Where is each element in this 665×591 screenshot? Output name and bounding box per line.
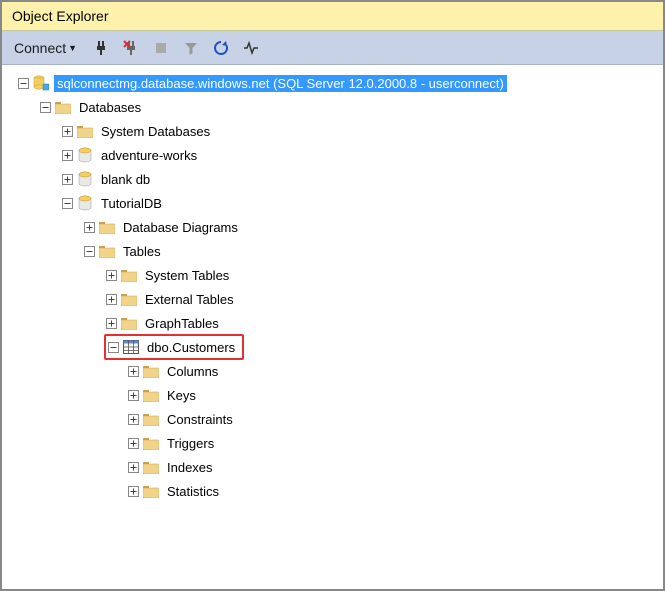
highlight-annotation: dbo.Customers [104,334,244,360]
folder-icon [98,218,116,236]
activity-monitor-icon[interactable] [241,38,261,58]
expander-icon[interactable] [126,460,140,474]
server-icon [32,74,50,92]
folder-icon [98,242,116,260]
folder-icon [142,482,160,500]
expander-icon[interactable] [60,172,74,186]
tree-node-database-diagrams[interactable]: Database Diagrams [6,215,659,239]
tree-node-databases[interactable]: Databases [6,95,659,119]
expander-icon[interactable] [104,316,118,330]
tree-node-adventure-works[interactable]: adventure-works [6,143,659,167]
expander-icon[interactable] [126,388,140,402]
tree-node-triggers[interactable]: Triggers [6,431,659,455]
folder-icon [54,98,72,116]
folder-icon [142,386,160,404]
expander-icon[interactable] [126,436,140,450]
database-icon [76,170,94,188]
expander-icon[interactable] [82,244,96,258]
tree-node-keys[interactable]: Keys [6,383,659,407]
expander-icon[interactable] [104,292,118,306]
database-icon [76,146,94,164]
disconnect-icon[interactable] [121,38,141,58]
expander-icon[interactable] [126,484,140,498]
folder-icon [142,410,160,428]
folder-icon [120,266,138,284]
tree-node-dbo-customers[interactable]: dbo.Customers [6,335,659,359]
expander-icon[interactable] [16,76,30,90]
stop-icon[interactable] [151,38,171,58]
object-explorer-tree: sqlconnectmg.database.windows.net (SQL S… [2,65,663,509]
expander-icon[interactable] [60,124,74,138]
tree-node-blank-db[interactable]: blank db [6,167,659,191]
folder-icon [120,290,138,308]
expander-icon[interactable] [60,196,74,210]
expander-icon[interactable] [82,220,96,234]
folder-icon [142,434,160,452]
tree-node-system-tables[interactable]: System Tables [6,263,659,287]
connect-icon[interactable] [91,38,111,58]
tree-node-external-tables[interactable]: External Tables [6,287,659,311]
expander-icon[interactable] [126,412,140,426]
expander-icon[interactable] [106,340,120,354]
connect-button[interactable]: Connect▼ [10,38,81,58]
filter-icon[interactable] [181,38,201,58]
expander-icon[interactable] [60,148,74,162]
tree-node-indexes[interactable]: Indexes [6,455,659,479]
window-title: Object Explorer [2,2,663,31]
tree-node-system-databases[interactable]: System Databases [6,119,659,143]
tree-node-graph-tables[interactable]: GraphTables [6,311,659,335]
tree-node-tables[interactable]: Tables [6,239,659,263]
tree-node-columns[interactable]: Columns [6,359,659,383]
tree-node-tutorialdb[interactable]: TutorialDB [6,191,659,215]
tree-node-constraints[interactable]: Constraints [6,407,659,431]
toolbar: Connect▼ [2,31,663,65]
expander-icon[interactable] [126,364,140,378]
tree-node-statistics[interactable]: Statistics [6,479,659,503]
folder-icon [120,314,138,332]
table-icon [122,338,140,356]
folder-icon [76,122,94,140]
database-icon [76,194,94,212]
folder-icon [142,458,160,476]
expander-icon[interactable] [38,100,52,114]
expander-icon[interactable] [104,268,118,282]
refresh-icon[interactable] [211,38,231,58]
tree-node-server[interactable]: sqlconnectmg.database.windows.net (SQL S… [6,71,659,95]
folder-icon [142,362,160,380]
